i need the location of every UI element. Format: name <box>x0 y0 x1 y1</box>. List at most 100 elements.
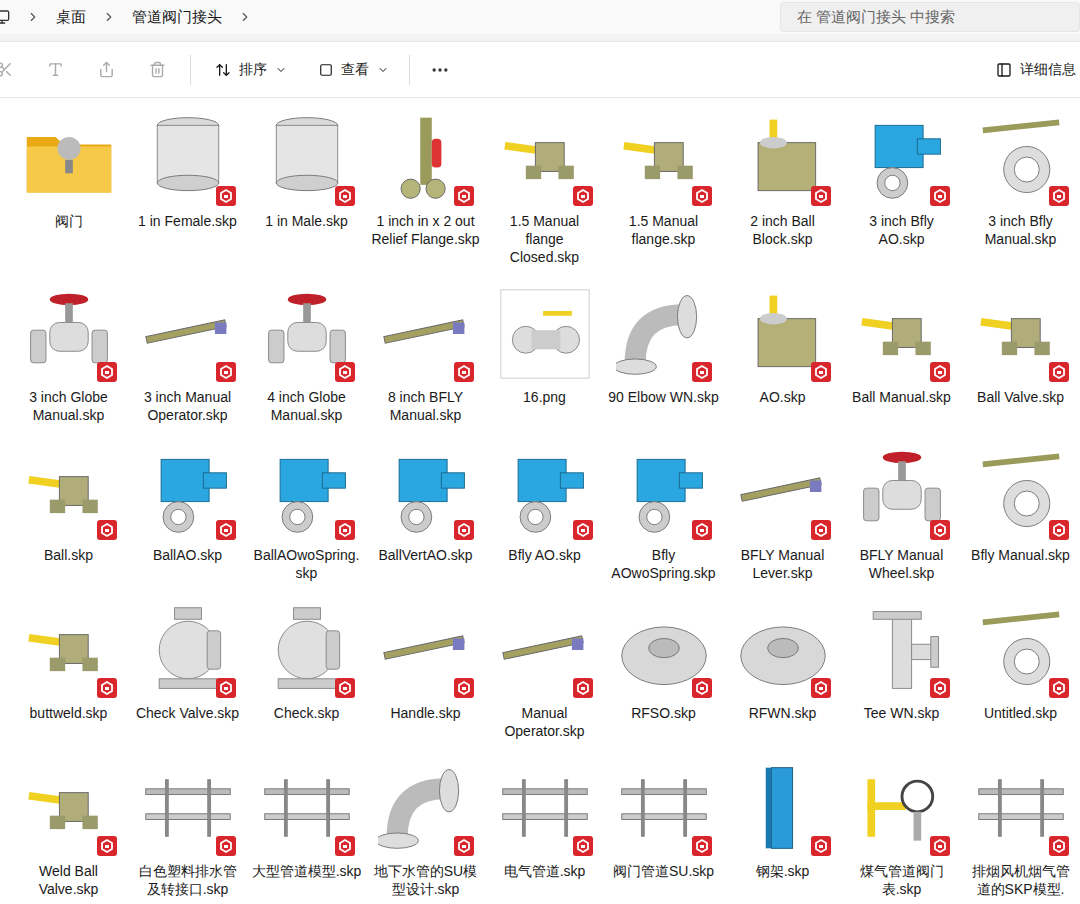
sketchup-badge-icon <box>454 520 474 540</box>
file-name: BFLY Manual Wheel.skp <box>846 546 957 582</box>
file-item[interactable]: 1 in Female.skp <box>128 100 247 240</box>
file-item[interactable]: 4 inch Globe Manual.skp <box>247 276 366 434</box>
chevron-icon[interactable] <box>102 10 116 24</box>
file-name: 3 inch Globe Manual.skp <box>13 388 124 424</box>
file-name: Weld Ball Valve.skp <box>13 862 124 898</box>
chevron-icon[interactable] <box>26 10 40 24</box>
file-thumbnail <box>17 758 121 858</box>
file-thumbnail <box>17 284 121 384</box>
file-item[interactable]: Untitled.skp <box>961 592 1080 732</box>
file-thumbnail <box>255 284 359 384</box>
file-thumbnail <box>255 758 359 858</box>
breadcrumb-item[interactable]: 管道阀门接头 <box>132 6 222 29</box>
file-item[interactable]: 8 inch BFLY Manual.skp <box>366 276 485 434</box>
file-item[interactable]: 钢架.skp <box>723 750 842 890</box>
file-item[interactable]: 大型管道模型.skp <box>247 750 366 890</box>
file-name: BallAOwoSpring.skp <box>251 546 362 582</box>
file-item[interactable]: 3 inch Manual Operator.skp <box>128 276 247 434</box>
file-item[interactable]: RFSO.skp <box>604 592 723 732</box>
sketchup-badge-icon <box>811 836 831 856</box>
file-name: 阀门 <box>13 212 124 230</box>
file-name: 1 in Female.skp <box>132 212 243 230</box>
file-thumbnail <box>850 284 954 384</box>
cut-icon[interactable] <box>0 61 13 78</box>
file-name: 1 inch in x 2 out Relief Flange.skp <box>370 212 481 248</box>
sketchup-badge-icon <box>811 520 831 540</box>
file-thumbnail <box>136 442 240 542</box>
file-item[interactable]: Ball.skp <box>9 434 128 574</box>
file-item[interactable]: BallVertAO.skp <box>366 434 485 574</box>
file-name: Bfly AO.skp <box>489 546 600 564</box>
file-item[interactable]: 1 in Male.skp <box>247 100 366 240</box>
sketchup-badge-icon <box>573 678 593 698</box>
file-item[interactable]: 90 Elbow WN.skp <box>604 276 723 416</box>
file-item[interactable]: Ball Manual.skp <box>842 276 961 416</box>
file-thumbnail <box>136 600 240 700</box>
sketchup-badge-icon <box>811 678 831 698</box>
file-item[interactable]: 地下水管的SU模型设计.skp <box>366 750 485 904</box>
sketchup-badge-icon <box>930 362 950 382</box>
file-item[interactable]: 1 inch in x 2 out Relief Flange.skp <box>366 100 485 258</box>
sort-icon <box>215 62 231 78</box>
file-item[interactable]: AO.skp <box>723 276 842 416</box>
search-box[interactable]: 在 管道阀门接头 中搜索 <box>780 2 1080 32</box>
file-item[interactable]: 阀门管道SU.skp <box>604 750 723 890</box>
file-item[interactable]: BallAOwoSpring.skp <box>247 434 366 592</box>
chevron-icon[interactable] <box>238 10 252 24</box>
sketchup-badge-icon <box>97 520 117 540</box>
file-item[interactable]: Weld Ball Valve.skp <box>9 750 128 904</box>
sketchup-badge-icon <box>692 362 712 382</box>
sketchup-badge-icon <box>930 186 950 206</box>
sketchup-badge-icon <box>1049 678 1069 698</box>
computer-icon[interactable] <box>0 9 10 25</box>
delete-icon[interactable] <box>149 61 166 78</box>
details-button[interactable]: 详细信息 <box>996 59 1076 80</box>
file-item[interactable]: Bfly Manual.skp <box>961 434 1080 574</box>
file-thumbnail <box>255 108 359 208</box>
sketchup-badge-icon <box>335 678 355 698</box>
sort-button[interactable]: 排序 <box>215 59 287 80</box>
file-name: Bfly Manual.skp <box>965 546 1076 564</box>
file-item[interactable]: Handle.skp <box>366 592 485 732</box>
file-item[interactable]: 1.5 Manual flange Closed.skp <box>485 100 604 276</box>
file-item[interactable]: 3 inch Bfly AO.skp <box>842 100 961 258</box>
breadcrumb-item[interactable]: 桌面 <box>56 6 86 29</box>
file-thumbnail <box>731 442 835 542</box>
file-item[interactable]: 电气管道.skp <box>485 750 604 890</box>
address-bar: 桌面 管道阀门接头 在 管道阀门接头 中搜索 <box>0 0 1080 34</box>
rename-icon[interactable] <box>47 61 64 78</box>
file-item[interactable]: 2 inch Ball Block.skp <box>723 100 842 258</box>
file-thumbnail <box>612 442 716 542</box>
more-icon[interactable] <box>430 60 450 80</box>
file-item[interactable]: buttweld.skp <box>9 592 128 732</box>
view-button[interactable]: 查看 <box>319 59 389 80</box>
file-item[interactable]: 煤气管道阀门表.skp <box>842 750 961 904</box>
file-item[interactable]: Bfly AO.skp <box>485 434 604 574</box>
file-item[interactable]: BFLY Manual Wheel.skp <box>842 434 961 592</box>
file-item[interactable]: BallAO.skp <box>128 434 247 574</box>
file-name: Ball.skp <box>13 546 124 564</box>
file-item[interactable]: Manual Operator.skp <box>485 592 604 750</box>
file-item[interactable]: 3 inch Globe Manual.skp <box>9 276 128 434</box>
file-name: RFWN.skp <box>727 704 838 722</box>
sketchup-badge-icon <box>216 520 236 540</box>
file-item[interactable]: Bfly AOwoSpring.skp <box>604 434 723 592</box>
file-item[interactable]: 阀门 <box>9 100 128 240</box>
file-thumbnail <box>850 108 954 208</box>
file-item[interactable]: RFWN.skp <box>723 592 842 732</box>
file-item[interactable]: 1.5 Manual flange.skp <box>604 100 723 258</box>
file-item[interactable]: Check Valve.skp <box>128 592 247 732</box>
file-item[interactable]: Check.skp <box>247 592 366 732</box>
file-item[interactable]: Tee WN.skp <box>842 592 961 732</box>
file-item[interactable]: 白色塑料排水管及转接口.skp <box>128 750 247 904</box>
file-thumbnail <box>17 442 121 542</box>
file-thumbnail <box>255 600 359 700</box>
file-name: BallVertAO.skp <box>370 546 481 564</box>
file-item[interactable]: 16.png <box>485 276 604 416</box>
file-item[interactable]: Ball Valve.skp <box>961 276 1080 416</box>
file-item[interactable]: 3 inch Bfly Manual.skp <box>961 100 1080 258</box>
share-icon[interactable] <box>98 61 115 78</box>
file-item[interactable]: 排烟风机烟气管道的SKP模型. <box>961 750 1080 904</box>
file-item[interactable]: BFLY Manual Lever.skp <box>723 434 842 592</box>
file-thumbnail <box>612 108 716 208</box>
